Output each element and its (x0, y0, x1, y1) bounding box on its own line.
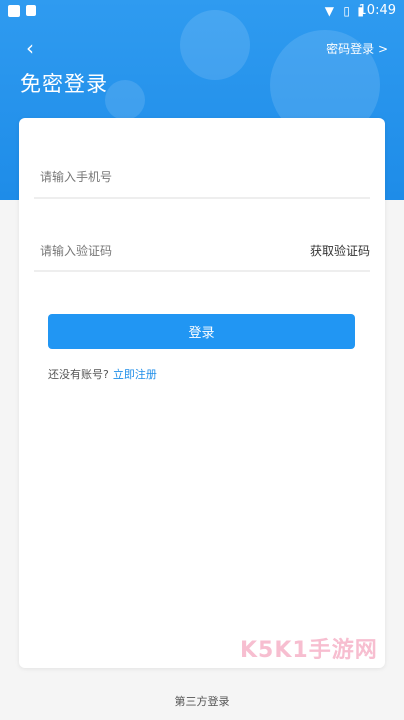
wifi-icon: ▼ (324, 4, 334, 18)
phone-underline (34, 197, 370, 199)
no-account-label: 还没有账号? (48, 368, 109, 381)
status-bar: ▼ ▯ ▮ 10:49 (0, 0, 404, 24)
status-time: 10:49 (358, 3, 396, 18)
login-button[interactable]: 登录 (48, 314, 355, 349)
watermark-logo: K5K1手游网 (240, 638, 378, 663)
login-card (19, 118, 385, 668)
decor-bubble (105, 80, 145, 120)
code-input[interactable]: 请输入验证码 (40, 242, 112, 259)
notification-icon (8, 5, 20, 17)
phone-input[interactable]: 请输入手机号 (40, 168, 112, 185)
get-code-button[interactable]: 获取验证码 (310, 242, 370, 259)
chevron-left-icon[interactable]: ‹ (26, 38, 34, 58)
sim-icon: ▯ (343, 4, 350, 18)
third-party-login-label[interactable]: 第三方登录 (0, 693, 404, 709)
register-link[interactable]: 立即注册 (113, 368, 157, 381)
code-underline (34, 270, 370, 272)
register-row: 还没有账号? 立即注册 (48, 366, 157, 382)
app-notification-icon (26, 5, 36, 16)
page-title: 免密登录 (20, 72, 108, 96)
password-login-link[interactable]: 密码登录 > (326, 40, 388, 57)
